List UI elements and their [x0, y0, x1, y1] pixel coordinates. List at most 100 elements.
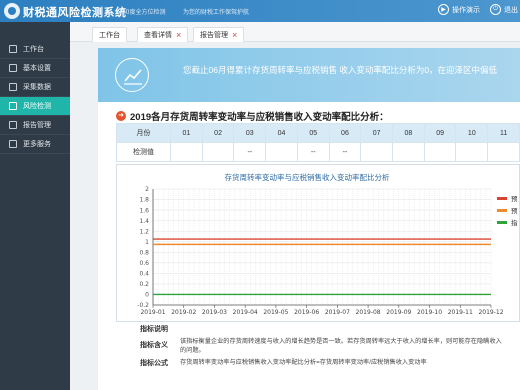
meaning-text-cont: 的问题。: [180, 347, 205, 354]
chart-container: 存货周转率变动率与应税销售收入变动率配比分析 2 1.8 1.6 1.4 1.2 1 0.8…: [116, 164, 520, 322]
tab-bar: 工作台 查看详情 × 报告管理 ×: [70, 22, 520, 42]
app-title: 财税通风险检测系统: [23, 6, 127, 19]
check-icon: [9, 102, 17, 110]
slogan-primary: 360度全方位检测: [118, 9, 166, 16]
sidebar-item-label: 更多服务: [23, 141, 51, 148]
top-bar: 财税通风险检测系统 360度全方位检测 为您的财税工作保驾护航 ▶ 操作演示 ⏻…: [0, 0, 520, 22]
x-tick-label: 2019-07: [325, 309, 350, 316]
table-cell: 检测值: [116, 142, 171, 162]
formula-text: 存货周转率变动率与应税销售收入变动率配比分析=存货周转率变动率/应税销售收入变动…: [180, 359, 427, 366]
sidebar-item-label: 风险检测: [23, 103, 51, 110]
tab-workbench[interactable]: 工作台: [92, 27, 127, 42]
y-tick-label: 1: [145, 239, 149, 246]
table-header-cell: 月份: [116, 123, 171, 143]
sidebar-item-more-services[interactable]: 更多服务: [0, 135, 70, 154]
sidebar-item-label: 采集数据: [23, 84, 51, 91]
sidebar-item-basic-settings[interactable]: 基本设置: [0, 59, 70, 78]
sidebar-item-label: 工作台: [23, 46, 44, 53]
table-header-cell: 02: [201, 123, 235, 143]
demo-label: 操作演示: [452, 6, 480, 14]
y-tick-label: 2: [145, 186, 149, 193]
arrow-right-icon: ➜: [116, 111, 126, 121]
table-header-row: 月份 01 02 03 04 05 06 07 08 09 10 11: [116, 123, 520, 143]
section-title-text: 2019各月存货周转率变动率与应税销售收入变动率配比分析：: [130, 112, 389, 123]
x-tick-label: 2019-01: [140, 309, 165, 316]
tab-label: 工作台: [99, 32, 120, 39]
table-cell: [423, 142, 457, 162]
logout-label: 退出: [504, 6, 518, 14]
report-icon: [9, 121, 17, 129]
y-tick-label: 0.8: [139, 249, 149, 256]
table-header-cell: 03: [233, 123, 267, 143]
x-tick-label: 2019-04: [233, 309, 258, 316]
y-tick-label: 0.4: [139, 271, 149, 278]
y-tick-label: 1.4: [139, 218, 149, 225]
tab-label: 查看详情: [144, 32, 172, 39]
legend-label: 预: [511, 194, 518, 203]
sidebar-item-risk-check[interactable]: 风险检测: [0, 97, 70, 116]
logo-icon: [4, 3, 20, 19]
tab-view-details[interactable]: 查看详情 ×: [137, 27, 189, 42]
edit-icon: [9, 64, 17, 72]
sidebar-item-workbench[interactable]: 工作台: [0, 40, 70, 59]
close-icon[interactable]: ×: [176, 30, 181, 40]
line-chart: 存货周转率变动率与应税销售收入变动率配比分析 2 1.8 1.6 1.4 1.2 1 0.8…: [137, 172, 518, 316]
table-cell: [392, 142, 425, 162]
table-cell: [455, 142, 489, 162]
chart-title: 存货周转率变动率与应税销售收入变动率配比分析: [225, 172, 390, 182]
x-tick-label: 2019-12: [478, 309, 503, 316]
legend-label: 指: [511, 218, 518, 227]
x-tick-label: 2019-10: [417, 309, 442, 316]
y-tick-label: 1.6: [139, 207, 149, 214]
x-tick-label: 2019-08: [356, 309, 381, 316]
x-tick-label: 2019-03: [202, 309, 227, 316]
data-icon: [9, 83, 17, 91]
table-row: 检测值 -- -- --: [116, 142, 520, 162]
y-tick-label: 1.2: [139, 228, 149, 235]
table-cell: [265, 142, 298, 162]
sidebar-item-report-management[interactable]: 报告管理: [0, 116, 70, 135]
sidebar-item-data-collection[interactable]: 采集数据: [0, 78, 70, 97]
section-title: ➜ 2019各月存货周转率变动率与应税销售收入变动率配比分析：: [116, 109, 389, 123]
monthly-table: 月份 01 02 03 04 05 06 07 08 09 10 11 检测值 …: [116, 123, 520, 162]
y-tick-label: 0.2: [139, 281, 149, 288]
table-header-cell: 06: [328, 123, 362, 143]
y-tick-label: 0: [145, 292, 149, 299]
table-header-cell: 11: [487, 123, 520, 143]
x-tick-label: 2019-06: [294, 309, 319, 316]
x-tick-label: 2019-05: [263, 309, 288, 316]
info-heading: 指标说明: [140, 326, 168, 333]
grid-icon: [9, 140, 17, 148]
summary-text: 您截止06月得累计存货周转率与应税销售 收入变动率配比分析为0，在迎泽区中偏低: [183, 65, 498, 75]
monitor-icon: [9, 45, 17, 53]
slogan-secondary: 为您的财税工作保驾护航: [183, 9, 250, 16]
table-header-cell: 10: [455, 123, 489, 143]
meaning-text: 该指标衡量企业的存货周转速度与收入的增长趋势是否一致。若存货周转率远大于收入的增…: [180, 338, 502, 345]
table-cell: [201, 142, 235, 162]
tab-report-management[interactable]: 报告管理 ×: [193, 27, 245, 42]
table-header-cell: 05: [296, 123, 330, 143]
power-icon: ⏻: [490, 4, 501, 15]
close-icon[interactable]: ×: [232, 30, 237, 40]
table-cell: --: [296, 142, 330, 162]
summary-banner: 您截止06月得累计存货周转率与应税销售 收入变动率配比分析为0，在迎泽区中偏低: [98, 48, 520, 102]
table-header-cell: 04: [265, 123, 298, 143]
table-cell: [360, 142, 394, 162]
legend-label: 预: [511, 206, 518, 215]
tab-label: 报告管理: [200, 32, 228, 39]
demo-button[interactable]: ▶ 操作演示: [438, 4, 480, 15]
table-cell: [170, 142, 203, 162]
x-tick-label: 2019-09: [386, 309, 411, 316]
logout-button[interactable]: ⏻ 退出: [490, 4, 518, 15]
legend-swatch: [497, 197, 507, 200]
formula-label: 指标公式: [140, 360, 168, 367]
x-tick-label: 2019-11: [448, 309, 473, 316]
sidebar: 工作台 基本设置 采集数据 风险检测 报告管理 更多服务: [0, 22, 70, 390]
table-header-cell: 09: [423, 123, 457, 143]
table-header-cell: 07: [360, 123, 394, 143]
meaning-label: 指标含义: [140, 342, 168, 349]
y-tick-label: 0.6: [139, 260, 149, 267]
chart-icon: [115, 58, 149, 92]
sidebar-item-label: 基本设置: [23, 65, 51, 72]
table-cell: --: [328, 142, 362, 162]
